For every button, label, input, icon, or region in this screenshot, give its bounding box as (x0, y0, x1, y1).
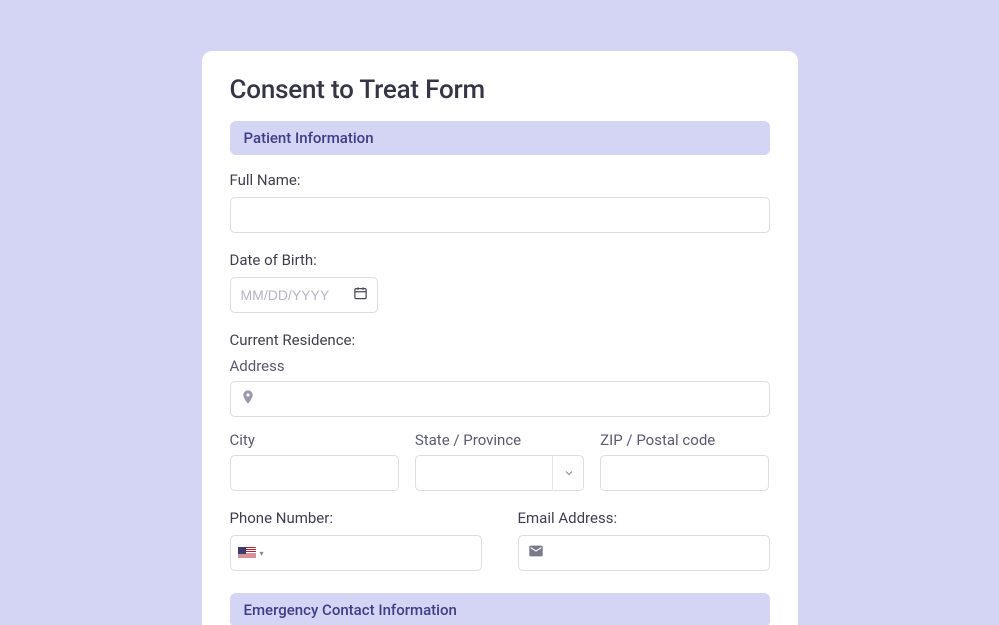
field-email: Email Address: (518, 509, 770, 571)
field-zip: ZIP / Postal code (600, 431, 769, 491)
email-input[interactable] (518, 535, 770, 571)
state-label: State / Province (415, 431, 584, 449)
state-select[interactable] (415, 455, 584, 491)
city-label: City (230, 431, 399, 449)
email-label: Email Address: (518, 509, 770, 527)
form-title: Consent to Treat Form (230, 75, 770, 105)
field-full-name: Full Name: (230, 171, 770, 233)
address-label: Address (230, 357, 770, 375)
zip-label: ZIP / Postal code (600, 431, 769, 449)
address-input[interactable] (230, 381, 770, 417)
us-flag-icon (238, 547, 256, 559)
field-state: State / Province (415, 431, 584, 491)
field-phone: Phone Number: ▾ (230, 509, 482, 571)
zip-input[interactable] (600, 455, 769, 491)
full-name-label: Full Name: (230, 171, 770, 189)
form-card: Consent to Treat Form Patient Informatio… (202, 51, 798, 625)
country-flag-selector[interactable]: ▾ (238, 547, 264, 559)
phone-label: Phone Number: (230, 509, 482, 527)
dob-input[interactable] (230, 277, 378, 313)
city-input[interactable] (230, 455, 399, 491)
chevron-down-icon: ▾ (260, 549, 264, 558)
field-city: City (230, 431, 399, 491)
dob-label: Date of Birth: (230, 251, 770, 269)
section-header-patient: Patient Information (230, 121, 770, 155)
full-name-input[interactable] (230, 197, 770, 233)
section-header-emergency: Emergency Contact Information (230, 593, 770, 625)
field-dob: Date of Birth: (230, 251, 770, 313)
field-residence: Current Residence: Address City State / … (230, 331, 770, 491)
residence-label: Current Residence: (230, 331, 770, 349)
phone-input[interactable] (230, 535, 482, 571)
